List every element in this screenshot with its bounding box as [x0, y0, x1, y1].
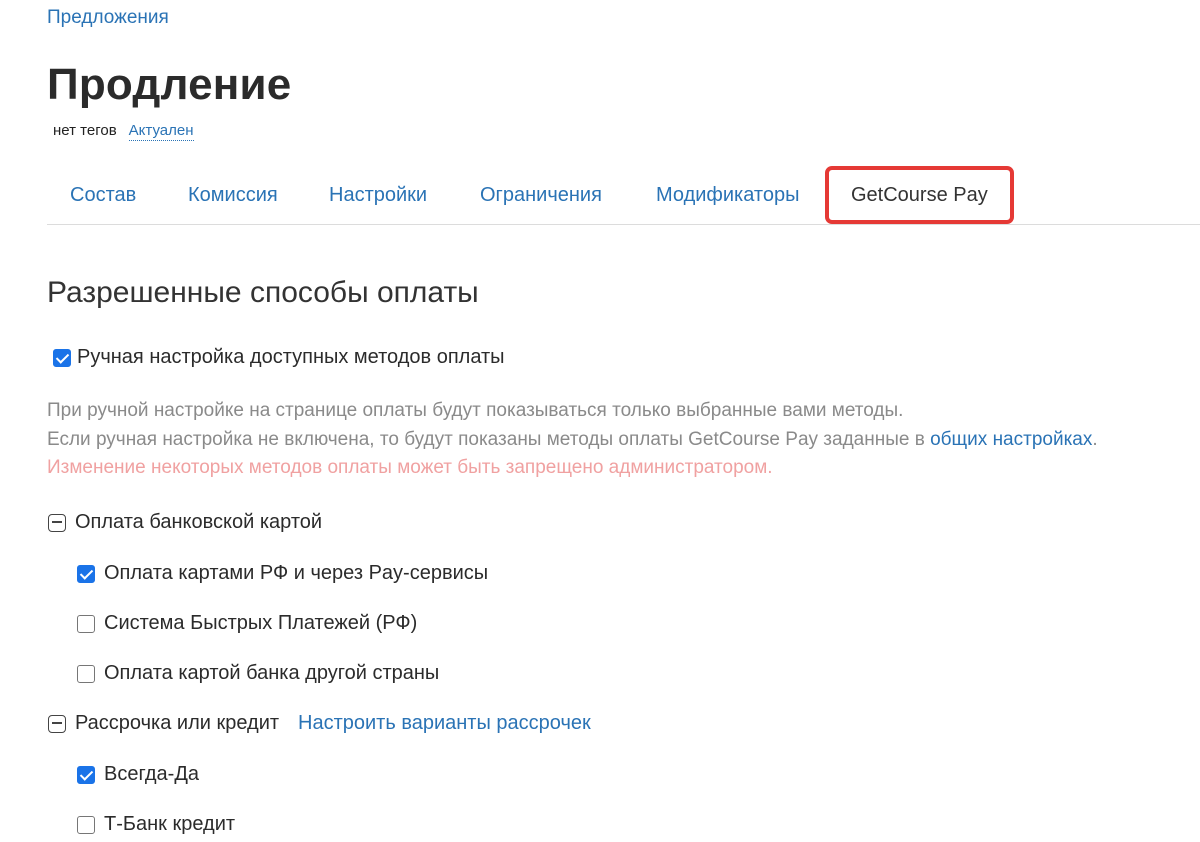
payment-method-checkbox[interactable]: [77, 815, 95, 834]
payment-method-label: Система Быстрых Платежей (РФ): [104, 612, 418, 634]
payment-method-checkbox[interactable]: [77, 614, 95, 633]
tab-settings[interactable]: Настройки: [329, 166, 427, 224]
tab-commission[interactable]: Комиссия: [188, 166, 278, 224]
general-settings-link[interactable]: общих настройках: [930, 429, 1092, 450]
payment-method-label: Оплата картами РФ и через Pay-сервисы: [104, 562, 489, 584]
manual-setup-checkbox[interactable]: [53, 348, 71, 367]
group-card-label: Оплата банковской картой: [75, 511, 323, 533]
section-title: Разрешенные способы оплаты: [47, 276, 479, 309]
help-text: При ручной настройке на странице оплаты …: [47, 397, 1098, 483]
payment-method-label: Т-Банк кредит: [104, 813, 236, 835]
tab-modifiers[interactable]: Модификаторы: [656, 166, 799, 224]
page: Предложения Продление нет тегов Актуален…: [0, 0, 1200, 842]
payment-method-row[interactable]: Оплата картой банка другой страны: [77, 662, 439, 685]
tab-restrictions[interactable]: Ограничения: [480, 166, 602, 224]
breadcrumb[interactable]: Предложения: [47, 7, 169, 29]
payment-method-checkbox[interactable]: [77, 664, 95, 683]
payment-method-label: Оплата картой банка другой страны: [104, 662, 440, 684]
group-card[interactable]: Оплата банковской картой: [48, 511, 322, 534]
help-line-2: Если ручная настройка не включена, то бу…: [47, 426, 1098, 455]
help-line-2-prefix: Если ручная настройка не включена, то бу…: [47, 428, 931, 450]
payment-method-label: Всегда-Да: [104, 763, 199, 785]
admin-restriction-warning: Изменение некоторых методов оплаты может…: [47, 457, 773, 478]
help-line-2-suffix: .: [1092, 428, 1098, 450]
manual-setup-label: Ручная настройка доступных методов оплат…: [77, 346, 505, 368]
page-title: Продление: [47, 60, 292, 109]
tags-empty-label: нет тегов: [53, 122, 117, 139]
collapse-icon[interactable]: [48, 714, 66, 733]
configure-installments-link[interactable]: Настроить варианты рассрочек: [298, 712, 591, 735]
help-line-1: При ручной настройке на странице оплаты …: [47, 400, 904, 421]
manual-setup-row[interactable]: Ручная настройка доступных методов оплат…: [53, 346, 505, 369]
group-credit[interactable]: Рассрочка или кредит Настроить варианты …: [48, 712, 591, 735]
payment-method-row[interactable]: Всегда-Да: [77, 763, 199, 786]
payment-method-checkbox[interactable]: [77, 765, 95, 784]
tab-bar: Состав Комиссия Настройки Ограничения Мо…: [47, 166, 1200, 225]
status-link[interactable]: Актуален: [128, 122, 194, 141]
payment-method-checkbox[interactable]: [77, 564, 95, 583]
payment-method-row[interactable]: Оплата картами РФ и через Pay-сервисы: [77, 562, 488, 585]
collapse-icon[interactable]: [48, 513, 66, 532]
tab-getcourse-pay[interactable]: GetCourse Pay: [825, 166, 1014, 224]
tags-row: нет тегов Актуален: [53, 122, 194, 141]
payment-method-row[interactable]: Система Быстрых Платежей (РФ): [77, 612, 417, 635]
group-credit-label: Рассрочка или кредит: [75, 712, 280, 734]
payment-method-row[interactable]: Т-Банк кредит: [77, 813, 235, 836]
tab-composition[interactable]: Состав: [70, 166, 136, 224]
